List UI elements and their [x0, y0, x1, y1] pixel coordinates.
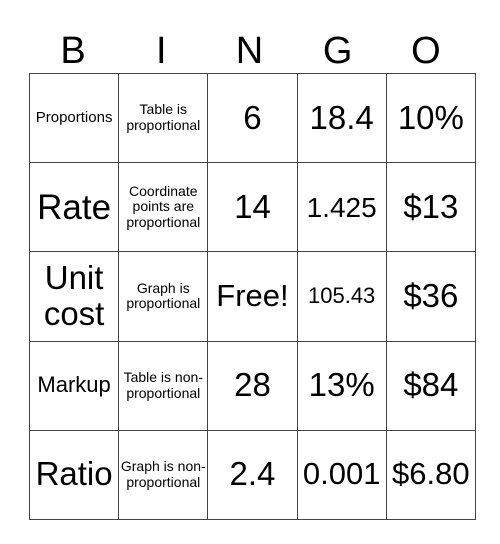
bingo-cell[interactable]: 6 — [207, 72, 298, 164]
bingo-cell[interactable]: 0.001 — [296, 429, 387, 520]
bingo-cell[interactable]: Table is non-proportional — [118, 340, 209, 431]
bingo-cell[interactable]: Coordinate points are proportional — [118, 162, 209, 253]
bingo-grid: Proportions Table is proportional 6 18.4… — [28, 72, 476, 520]
free-space-cell[interactable]: Free! — [207, 251, 298, 342]
bingo-cell[interactable]: Graph is proportional — [118, 251, 209, 342]
bingo-header: B I N G O — [29, 30, 470, 73]
header-letter-n: N — [235, 30, 264, 72]
bingo-cell[interactable]: Graph is non-proportional — [118, 429, 209, 520]
bingo-cell[interactable]: 2.4 — [207, 429, 298, 520]
bingo-cell[interactable]: Rate — [28, 162, 120, 253]
header-letter-g: G — [322, 30, 353, 72]
bingo-cell[interactable]: $36 — [385, 251, 476, 342]
bingo-cell[interactable]: 18.4 — [296, 72, 387, 164]
bingo-cell[interactable]: 14 — [207, 162, 298, 253]
header-letter-b: B — [60, 30, 86, 72]
bingo-cell[interactable]: Proportions — [28, 72, 120, 164]
grid-row: Proportions Table is proportional 6 18.4… — [28, 72, 476, 164]
bingo-cell[interactable]: Unit cost — [28, 251, 120, 342]
grid-row: Rate Coordinate points are proportional … — [28, 162, 476, 253]
bingo-cell[interactable]: 28 — [207, 340, 298, 431]
bingo-cell[interactable]: $84 — [385, 340, 476, 431]
bingo-cell[interactable]: 13% — [296, 340, 387, 431]
grid-row: Unit cost Graph is proportional Free! 10… — [28, 251, 476, 342]
grid-row: Markup Table is non-proportional 28 13% … — [28, 340, 476, 431]
bingo-cell[interactable]: 105.43 — [296, 251, 387, 342]
header-letter-i: I — [156, 30, 167, 72]
bingo-cell[interactable]: Ratio — [28, 429, 120, 520]
bingo-cell[interactable]: $13 — [385, 162, 476, 253]
bingo-cell[interactable]: Table is proportional — [118, 72, 209, 164]
header-letter-o: O — [411, 30, 441, 72]
bingo-cell[interactable]: 10% — [385, 72, 476, 164]
bingo-cell[interactable]: Markup — [28, 340, 120, 431]
grid-row: Ratio Graph is non-proportional 2.4 0.00… — [28, 429, 476, 520]
bingo-cell[interactable]: 1.425 — [296, 162, 387, 253]
bingo-cell[interactable]: $6.80 — [385, 429, 476, 520]
